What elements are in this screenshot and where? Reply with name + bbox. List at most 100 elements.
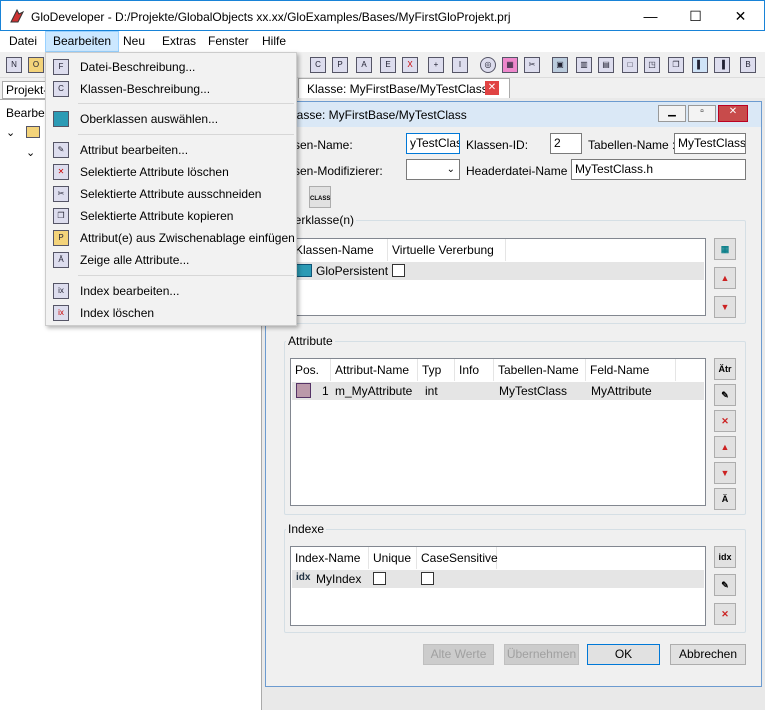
windows-icon[interactable]: ❐: [666, 55, 686, 75]
klassen-id-input[interactable]: 2: [550, 133, 582, 154]
table-row[interactable]: idx MyIndex: [292, 570, 704, 588]
superclass-icon: [53, 111, 69, 127]
select-superclass-icon[interactable]: ▦: [714, 238, 736, 260]
abbrechen-button[interactable]: Abbrechen: [670, 644, 746, 665]
menu-neu[interactable]: Neu: [116, 31, 152, 52]
menu-extras[interactable]: Extras: [155, 31, 203, 52]
panel-left-icon[interactable]: ▌: [690, 55, 710, 75]
new-index-icon[interactable]: idx: [714, 546, 736, 568]
col-info[interactable]: Info: [455, 359, 494, 381]
child-close-button[interactable]: ✕: [718, 105, 748, 122]
new-icon[interactable]: N: [4, 55, 24, 75]
index-icon: idx: [296, 572, 311, 583]
move-down-icon[interactable]: ▼: [714, 296, 736, 318]
index-toolbar-icon[interactable]: I: [450, 55, 470, 75]
menu-item-index-loeschen[interactable]: ix Index löschen: [48, 302, 294, 324]
attribute-up-icon[interactable]: ▲: [714, 436, 736, 458]
menu-item-attribute-ausschneiden[interactable]: ✂ Selektierte Attribute ausschneiden: [48, 183, 294, 205]
attribute-toolbar-icon[interactable]: A: [354, 55, 374, 75]
menu-item-oberklassen[interactable]: Oberklassen auswählen...: [48, 108, 294, 130]
col-typ[interactable]: Typ: [418, 359, 455, 381]
menu-fenster[interactable]: Fenster: [201, 31, 256, 52]
alte-werte-button[interactable]: Alte Werte: [423, 644, 494, 665]
move-up-icon[interactable]: ▲: [714, 267, 736, 289]
col-tabellen-name[interactable]: Tabellen-Name: [494, 359, 586, 381]
maximize-button[interactable]: ☐: [673, 2, 718, 30]
class-icon: C: [53, 81, 69, 97]
klassen-name-input[interactable]: yTestClass: [406, 133, 460, 154]
col-pos[interactable]: Pos.: [291, 359, 331, 381]
show-attributes-icon[interactable]: Ä: [714, 488, 736, 510]
col-attribut-name[interactable]: Attribut-Name: [331, 359, 418, 381]
menu-datei[interactable]: Datei: [2, 31, 44, 52]
window-icon[interactable]: □: [620, 55, 640, 75]
table-row[interactable]: 1 m_MyAttribute int MyTestClass MyAttrib…: [292, 382, 704, 400]
chevron-down-icon[interactable]: ⌄: [6, 126, 15, 139]
folder-icon[interactable]: [26, 126, 40, 141]
globe-icon[interactable]: ◎: [478, 55, 498, 75]
menu-item-attribute-kopieren[interactable]: ❐ Selektierte Attribute kopieren: [48, 205, 294, 227]
menu-item-datei-beschreibung[interactable]: F Datei-Beschreibung...: [48, 56, 294, 78]
col-unique[interactable]: Unique: [369, 547, 417, 569]
menu-hilfe[interactable]: Hilfe: [255, 31, 293, 52]
tile-horizontal-icon[interactable]: ▤: [596, 55, 616, 75]
grid-icon[interactable]: ▦: [500, 55, 520, 75]
delete-index-icon[interactable]: ✕: [714, 603, 736, 625]
delete-attribute-icon[interactable]: ✕: [714, 410, 736, 432]
delete-attr-toolbar-icon[interactable]: X: [400, 55, 420, 75]
tab-close-icon[interactable]: ✕: [485, 81, 499, 95]
tools-icon[interactable]: ✂: [522, 55, 542, 75]
attribute-table[interactable]: Pos. Attribut-Name Typ Info Tabellen-Nam…: [290, 358, 706, 506]
minimize-button[interactable]: —: [628, 2, 673, 30]
class-description-icon[interactable]: CLASS: [309, 186, 331, 208]
edit-attr-toolbar-icon[interactable]: E: [378, 55, 398, 75]
tile-vertical-icon[interactable]: ▥: [574, 55, 594, 75]
copy-toolbar-icon[interactable]: C: [308, 55, 328, 75]
menu-item-attribut-bearbeiten[interactable]: ✎ Attribut bearbeiten...: [48, 139, 294, 161]
add-attr-toolbar-icon[interactable]: +: [426, 55, 446, 75]
uebernehmen-button[interactable]: Übernehmen: [504, 644, 579, 665]
child-maximize-button[interactable]: ▫: [688, 105, 716, 122]
tabellen-name-input[interactable]: MyTestClass: [674, 133, 746, 154]
oberklassen-table[interactable]: Klassen-Name Virtuelle Vererbung GloPers…: [290, 238, 706, 316]
window-title: GloDeveloper - D:/Projekte/GlobalObjects…: [31, 10, 511, 24]
child-minimize-button[interactable]: ▁: [658, 105, 686, 122]
class-window-title: Klasse: MyFirstBase/MyTestClass: [286, 108, 467, 122]
menu-item-attribut-einfuegen[interactable]: P Attribut(e) aus Zwischenablage einfüge…: [48, 227, 295, 249]
delete-index-icon: ix: [53, 305, 69, 321]
headerdatei-input[interactable]: MyTestClass.h: [571, 159, 746, 180]
col-case-sensitive[interactable]: CaseSensitive: [417, 547, 498, 569]
menu-bearbeiten[interactable]: Bearbeiten: [45, 31, 120, 52]
book-icon[interactable]: B: [738, 55, 758, 75]
open-folder-icon[interactable]: O: [26, 55, 46, 75]
panel-right-icon[interactable]: ▐: [712, 55, 732, 75]
menu-item-zeige-attribute[interactable]: Ä Zeige alle Attribute...: [48, 249, 294, 271]
unique-checkbox[interactable]: [373, 572, 386, 585]
paste-toolbar-icon[interactable]: P: [330, 55, 350, 75]
ok-button[interactable]: OK: [587, 644, 660, 665]
attribute-down-icon[interactable]: ▼: [714, 462, 736, 484]
new-window-icon[interactable]: ◳: [642, 55, 662, 75]
menu-item-klassen-beschreibung[interactable]: C Klassen-Beschreibung...: [48, 78, 294, 100]
close-button[interactable]: ✕: [718, 2, 763, 30]
tab-projekt[interactable]: Projekt-: [2, 81, 52, 99]
menu-item-attribute-loeschen[interactable]: ✕ Selektierte Attribute löschen: [48, 161, 294, 183]
indexe-table[interactable]: Index-Name Unique CaseSensitive idx MyIn…: [290, 546, 706, 626]
table-row[interactable]: GloPersistent: [292, 262, 704, 280]
modifier-select[interactable]: ⌄: [406, 159, 460, 180]
case-sensitive-checkbox[interactable]: [421, 572, 434, 585]
cascade-icon[interactable]: ▣: [550, 55, 570, 75]
col-virtuelle-vererbung[interactable]: Virtuelle Vererbung: [388, 239, 506, 261]
col-klassen-name[interactable]: Klassen-Name: [291, 239, 388, 261]
edit-index-icon[interactable]: ✎: [714, 574, 736, 596]
new-attribute-icon[interactable]: Ätr: [714, 358, 736, 380]
edit-attribute-icon[interactable]: ✎: [714, 384, 736, 406]
chevron-down-icon: ⌄: [446, 164, 455, 175]
menu-item-index-bearbeiten[interactable]: ix Index bearbeiten...: [48, 280, 294, 302]
document-tab[interactable]: Klasse: MyFirstBase/MyTestClass ✕: [298, 78, 510, 98]
paste-icon: P: [53, 230, 69, 246]
col-feld-name[interactable]: Feld-Name: [586, 359, 676, 381]
virtuelle-vererbung-checkbox[interactable]: [392, 264, 405, 277]
col-index-name[interactable]: Index-Name: [291, 547, 369, 569]
chevron-down-icon-2[interactable]: ⌄: [26, 146, 35, 159]
